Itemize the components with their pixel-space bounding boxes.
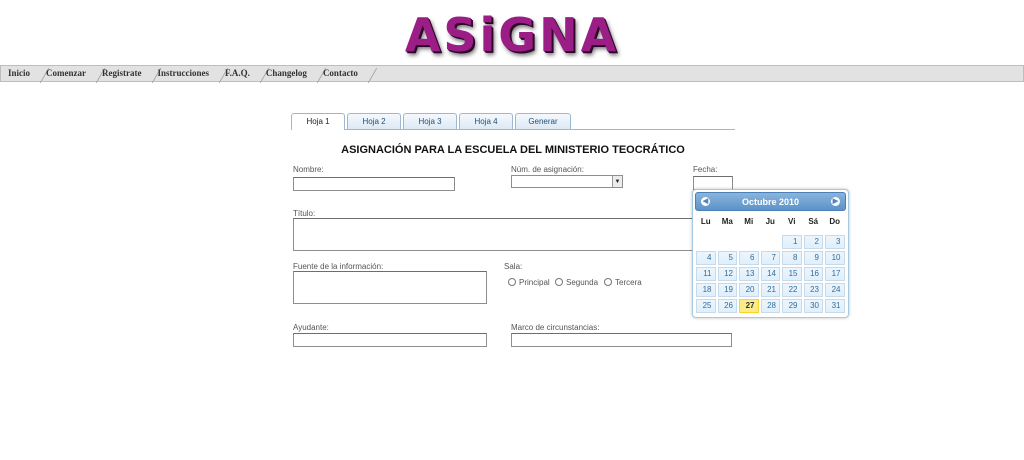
- datepicker-week: 123: [695, 234, 846, 250]
- menu-registrate[interactable]: Registrate: [95, 66, 150, 81]
- datepicker-day[interactable]: 29: [782, 299, 802, 313]
- datepicker-day[interactable]: 18: [696, 283, 716, 297]
- datepicker-day[interactable]: 26: [717, 299, 737, 313]
- num-asignacion-label: Núm. de asignación:: [511, 165, 584, 174]
- titulo-textarea[interactable]: [293, 218, 695, 251]
- datepicker-weekdays: Lu Ma Mi Ju Vi Sá Do: [695, 214, 846, 230]
- tab-hoja-3[interactable]: Hoja 3: [403, 113, 457, 129]
- radio-icon[interactable]: [604, 278, 612, 286]
- datepicker-empty-cell: [761, 235, 781, 249]
- sala-principal-radio[interactable]: Principal: [508, 278, 550, 287]
- datepicker-week: 18 19 20 21 22 23 24: [695, 282, 846, 298]
- weekday-label: Mi: [744, 217, 754, 226]
- weekday-label: Lu: [700, 217, 711, 226]
- datepicker-empty-cell: [739, 235, 759, 249]
- menu-changelog[interactable]: Changelog: [259, 66, 316, 81]
- datepicker-day[interactable]: 5: [717, 251, 737, 265]
- sala-tercera-radio[interactable]: Tercera: [604, 278, 642, 287]
- weekday-label: Ju: [765, 217, 775, 226]
- datepicker-day[interactable]: 4: [696, 251, 716, 265]
- nombre-input[interactable]: [293, 177, 455, 191]
- datepicker-day[interactable]: 30: [803, 299, 823, 313]
- datepicker-day[interactable]: 15: [782, 267, 802, 281]
- dropdown-arrow-icon[interactable]: ▼: [612, 176, 622, 187]
- ayudante-label: Ayudante:: [293, 323, 329, 332]
- datepicker-day[interactable]: 28: [760, 299, 780, 313]
- datepicker-day[interactable]: 25: [696, 299, 716, 313]
- sheet-tabs: Hoja 1 Hoja 2 Hoja 3 Hoja 4 Generar: [291, 113, 735, 130]
- tab-hoja-4[interactable]: Hoja 4: [459, 113, 513, 129]
- weekday-label: Sá: [808, 217, 819, 226]
- datepicker-day[interactable]: 2: [803, 235, 823, 249]
- datepicker-day[interactable]: 20: [739, 283, 759, 297]
- datepicker-day[interactable]: 9: [803, 251, 823, 265]
- fecha-input[interactable]: [693, 176, 733, 190]
- tab-hoja-2[interactable]: Hoja 2: [347, 113, 401, 129]
- form-title: ASIGNACIÓN PARA LA ESCUELA DEL MINISTERI…: [341, 144, 685, 156]
- datepicker-grid: 1 2 3 4 5 6 7 8 9 10 11 12 13 14 15 16 17 18 19 20 21 22 23 24 2…: [695, 234, 846, 314]
- datepicker-day[interactable]: 19: [717, 283, 737, 297]
- datepicker-day[interactable]: 6: [739, 251, 759, 265]
- datepicker-day[interactable]: 8: [782, 251, 802, 265]
- tab-hoja-1[interactable]: Hoja 1: [291, 113, 345, 130]
- menu-comenzar[interactable]: Comenzar: [39, 66, 95, 81]
- datepicker-week: 25 26 27 28 29 30 31: [695, 298, 846, 314]
- tab-generar[interactable]: Generar: [515, 113, 571, 129]
- datepicker-day[interactable]: 12: [717, 267, 737, 281]
- fuente-label: Fuente de la información:: [293, 262, 384, 271]
- weekday-label: Do: [829, 217, 841, 226]
- marco-label: Marco de circunstancias:: [511, 323, 600, 332]
- datepicker-week: 4 5 6 7 8 9 10: [695, 250, 846, 266]
- datepicker-day[interactable]: 24: [825, 283, 845, 297]
- datepicker-month-year: Octubre 2010: [741, 197, 800, 207]
- site-logo: ASiGNA: [404, 8, 620, 62]
- datepicker-day[interactable]: 3: [825, 235, 845, 249]
- sala-label: Sala:: [504, 262, 523, 271]
- datepicker-week: 11 12 13 14 15 16 17: [695, 266, 846, 282]
- datepicker-day[interactable]: 21: [760, 283, 780, 297]
- main-menu: Inicio Comenzar Registrate Instrucciones…: [0, 65, 1024, 82]
- ayudante-input[interactable]: [293, 333, 487, 347]
- datepicker-day[interactable]: 7: [760, 251, 780, 265]
- marco-input[interactable]: [511, 333, 732, 347]
- datepicker-day[interactable]: 31: [825, 299, 845, 313]
- sala-segunda-radio[interactable]: Segunda: [555, 278, 598, 287]
- datepicker-day[interactable]: 11: [696, 267, 716, 281]
- datepicker-day[interactable]: 10: [825, 251, 845, 265]
- datepicker-empty-cell: [696, 235, 716, 249]
- datepicker-day[interactable]: 17: [825, 267, 845, 281]
- datepicker-day[interactable]: 23: [803, 283, 823, 297]
- menu-contacto[interactable]: Contacto: [316, 66, 367, 81]
- menu-inicio[interactable]: Inicio: [1, 66, 39, 81]
- datepicker-day[interactable]: 22: [782, 283, 802, 297]
- weekday-label: Vi: [788, 217, 796, 226]
- weekday-label: Ma: [721, 217, 733, 226]
- nombre-label: Nombre:: [293, 165, 324, 174]
- datepicker-day[interactable]: 13: [739, 267, 759, 281]
- right-arrow-icon[interactable]: ▶: [831, 197, 840, 206]
- datepicker-day[interactable]: 1: [782, 235, 802, 249]
- titulo-label: Título:: [293, 209, 316, 218]
- datepicker-day[interactable]: 14: [760, 267, 780, 281]
- datepicker-day[interactable]: 27: [739, 299, 759, 313]
- menu-faq[interactable]: F.A.Q.: [218, 66, 259, 81]
- datepicker: ◀ Octubre 2010 ▶ Lu Ma Mi Ju Vi Sá Do 12…: [692, 189, 849, 318]
- left-arrow-icon[interactable]: ◀: [701, 197, 710, 206]
- fuente-textarea[interactable]: [293, 271, 487, 304]
- datepicker-header: ◀ Octubre 2010 ▶: [695, 192, 846, 211]
- menu-instrucciones[interactable]: Instrucciones: [151, 66, 219, 81]
- radio-icon[interactable]: [508, 278, 516, 286]
- fecha-label: Fecha:: [693, 165, 718, 174]
- radio-icon[interactable]: [555, 278, 563, 286]
- num-asignacion-select[interactable]: ▼: [511, 175, 623, 188]
- datepicker-empty-cell: [718, 235, 738, 249]
- datepicker-day[interactable]: 16: [803, 267, 823, 281]
